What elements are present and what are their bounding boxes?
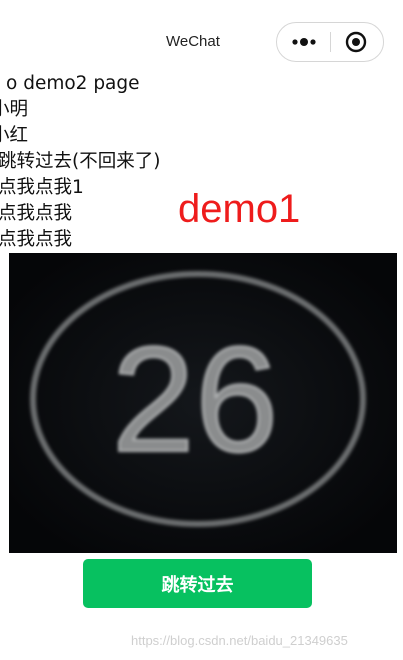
click-text-1[interactable]: 点我点我1 [0, 177, 84, 199]
number-circle-graphic: 26 [9, 253, 397, 553]
number-circle-image: 26 [9, 253, 397, 553]
watermark-text: https://blog.csdn.net/baidu_21349635 [131, 633, 348, 648]
jump-link-text[interactable]: 跳转过去(不回来了) [0, 151, 160, 173]
capsule-divider [330, 32, 331, 52]
click-text-2[interactable]: 点我点我 [0, 203, 72, 225]
image-number: 26 [112, 315, 279, 483]
page-title-text: o demo2 page [6, 73, 140, 94]
list-item: 小明 [0, 99, 29, 120]
demo-label: demo1 [178, 187, 301, 231]
nav-title: WeChat [166, 33, 220, 50]
list-item: 小红 [0, 125, 29, 146]
click-text-3[interactable]: 点我点我 [0, 229, 72, 251]
jump-button[interactable]: 跳转过去 [83, 559, 312, 608]
more-dots-icon[interactable] [291, 31, 319, 53]
menu-capsule [276, 22, 384, 62]
capsule-close-icon[interactable] [344, 31, 368, 53]
